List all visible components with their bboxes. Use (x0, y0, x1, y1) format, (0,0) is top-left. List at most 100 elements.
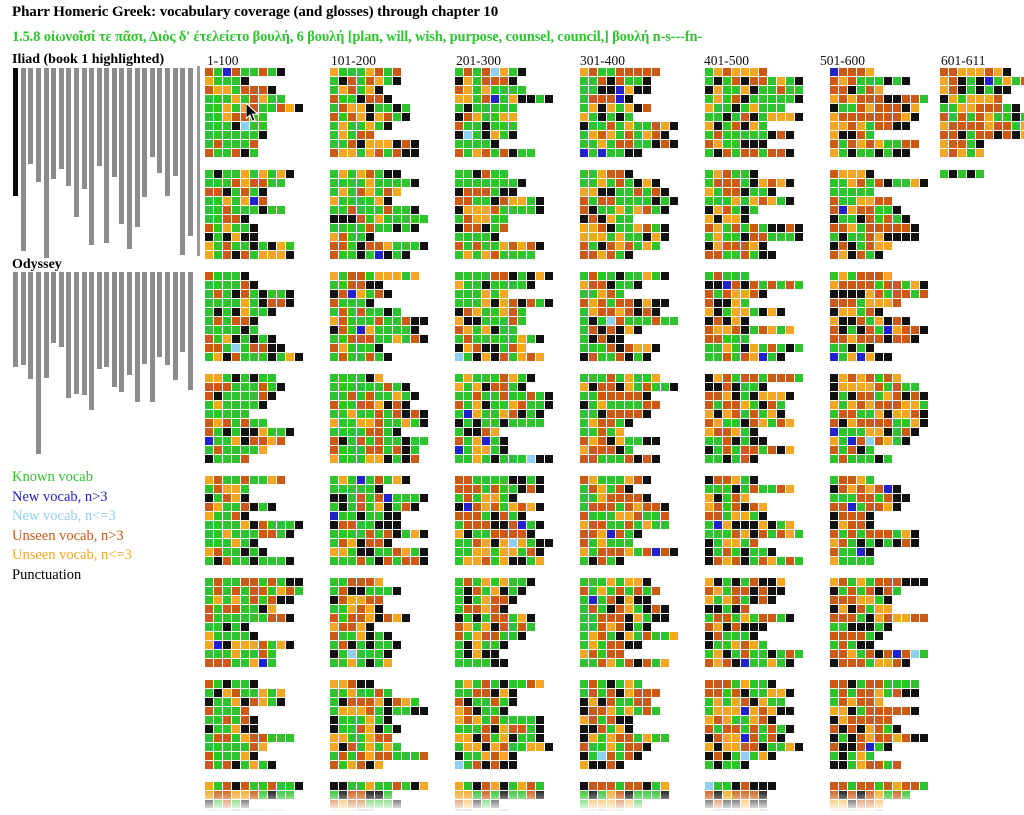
word-cell-uh[interactable] (366, 401, 374, 409)
word-cell-k[interactable] (625, 437, 633, 445)
word-cell-uh[interactable] (616, 605, 624, 613)
word-cell-nh[interactable] (223, 68, 231, 76)
word-cell-uh[interactable] (464, 485, 472, 493)
word-cell-k[interactable] (393, 752, 401, 760)
word-cell-nh[interactable] (884, 326, 892, 334)
word-cell-ul[interactable] (732, 641, 740, 649)
word-cell-ul[interactable] (723, 410, 731, 418)
word-cell-k[interactable] (759, 689, 767, 697)
word-cell-uh[interactable] (384, 752, 392, 760)
word-cell-k[interactable] (205, 743, 213, 751)
word-cell-p[interactable] (750, 782, 758, 790)
word-cell-k[interactable] (607, 401, 615, 409)
word-cell-p[interactable] (598, 104, 606, 112)
word-cell-ul[interactable] (830, 281, 838, 289)
word-cell-ul[interactable] (839, 77, 847, 85)
word-cell-k[interactable] (634, 707, 642, 715)
word-cell-k[interactable] (464, 353, 472, 361)
word-cell-ul[interactable] (366, 68, 374, 76)
word-cell-ul[interactable] (509, 548, 517, 556)
word-cell-k[interactable] (455, 140, 463, 148)
word-cell-uh[interactable] (223, 494, 231, 502)
word-cell-p[interactable] (545, 299, 553, 307)
word-cell-k[interactable] (527, 335, 535, 343)
word-cell-k[interactable] (491, 680, 499, 688)
word-cell-p[interactable] (420, 557, 428, 565)
word-cell-ul[interactable] (661, 122, 669, 130)
word-cell-k[interactable] (723, 485, 731, 493)
word-cell-uh[interactable] (714, 680, 722, 688)
word-cell-k[interactable] (232, 272, 240, 280)
word-cell-ul[interactable] (866, 68, 874, 76)
word-cell-p[interactable] (759, 623, 767, 631)
word-cell-k[interactable] (214, 251, 222, 259)
word-cell-uh[interactable] (607, 170, 615, 178)
word-cell-ul[interactable] (848, 308, 856, 316)
word-cell-p[interactable] (223, 233, 231, 241)
word-cell-p[interactable] (893, 95, 901, 103)
word-cell-k[interactable] (482, 392, 490, 400)
word-cell-k[interactable] (366, 272, 374, 280)
word-cell-p[interactable] (464, 698, 472, 706)
word-cell-ul[interactable] (875, 317, 883, 325)
word-cell-nh[interactable] (616, 86, 624, 94)
word-cell-p[interactable] (643, 743, 651, 751)
word-cell-p[interactable] (652, 455, 660, 463)
word-cell-k[interactable] (598, 68, 606, 76)
word-cell-ul[interactable] (339, 809, 347, 815)
word-cell-p[interactable] (830, 374, 838, 382)
word-cell-p[interactable] (884, 317, 892, 325)
word-cell-k[interactable] (518, 392, 526, 400)
word-cell-k[interactable] (232, 401, 240, 409)
word-cell-uh[interactable] (589, 485, 597, 493)
word-cell-k[interactable] (482, 104, 490, 112)
word-cell-k[interactable] (259, 503, 267, 511)
word-cell-k[interactable] (357, 743, 365, 751)
word-cell-ul[interactable] (643, 179, 651, 187)
word-cell-ul[interactable] (223, 485, 231, 493)
word-cell-uh[interactable] (741, 698, 749, 706)
word-cell-k[interactable] (366, 485, 374, 493)
word-cell-uh[interactable] (393, 782, 401, 790)
word-cell-uh[interactable] (893, 317, 901, 325)
word-cell-ul[interactable] (598, 290, 606, 298)
word-cell-k[interactable] (741, 104, 749, 112)
word-cell-uh[interactable] (911, 95, 919, 103)
word-cell-uh[interactable] (625, 242, 633, 250)
word-cell-k[interactable] (750, 659, 758, 667)
word-cell-ul[interactable] (625, 596, 633, 604)
word-cell-k[interactable] (384, 689, 392, 697)
word-cell-ul[interactable] (366, 614, 374, 622)
word-cell-p[interactable] (330, 716, 338, 724)
word-cell-uh[interactable] (893, 113, 901, 121)
word-cell-uh[interactable] (714, 734, 722, 742)
word-cell-k[interactable] (491, 113, 499, 121)
word-cell-k[interactable] (580, 800, 588, 808)
word-cell-k[interactable] (348, 131, 356, 139)
word-cell-p[interactable] (607, 188, 615, 196)
word-cell-p[interactable] (607, 281, 615, 289)
word-cell-k[interactable] (339, 725, 347, 733)
word-cell-ul[interactable] (598, 251, 606, 259)
word-cell-uh[interactable] (705, 335, 713, 343)
word-cell-uh[interactable] (893, 335, 901, 343)
word-cell-uh[interactable] (598, 308, 606, 316)
word-cell-k[interactable] (232, 392, 240, 400)
word-cell-p[interactable] (518, 410, 526, 418)
word-cell-ul[interactable] (205, 641, 213, 649)
word-cell-p[interactable] (536, 503, 544, 511)
word-cell-uh[interactable] (509, 317, 517, 325)
word-cell-uh[interactable] (714, 131, 722, 139)
word-cell-uh[interactable] (750, 233, 758, 241)
word-cell-uh[interactable] (705, 623, 713, 631)
word-cell-p[interactable] (384, 698, 392, 706)
word-cell-k[interactable] (357, 374, 365, 382)
word-cell-ul[interactable] (455, 281, 463, 289)
word-cell-ul[interactable] (616, 437, 624, 445)
word-cell-k[interactable] (232, 557, 240, 565)
word-cell-k[interactable] (223, 548, 231, 556)
word-cell-k[interactable] (741, 170, 749, 178)
word-cell-p[interactable] (527, 530, 535, 538)
word-cell-p[interactable] (455, 614, 463, 622)
word-cell-p[interactable] (509, 494, 517, 502)
